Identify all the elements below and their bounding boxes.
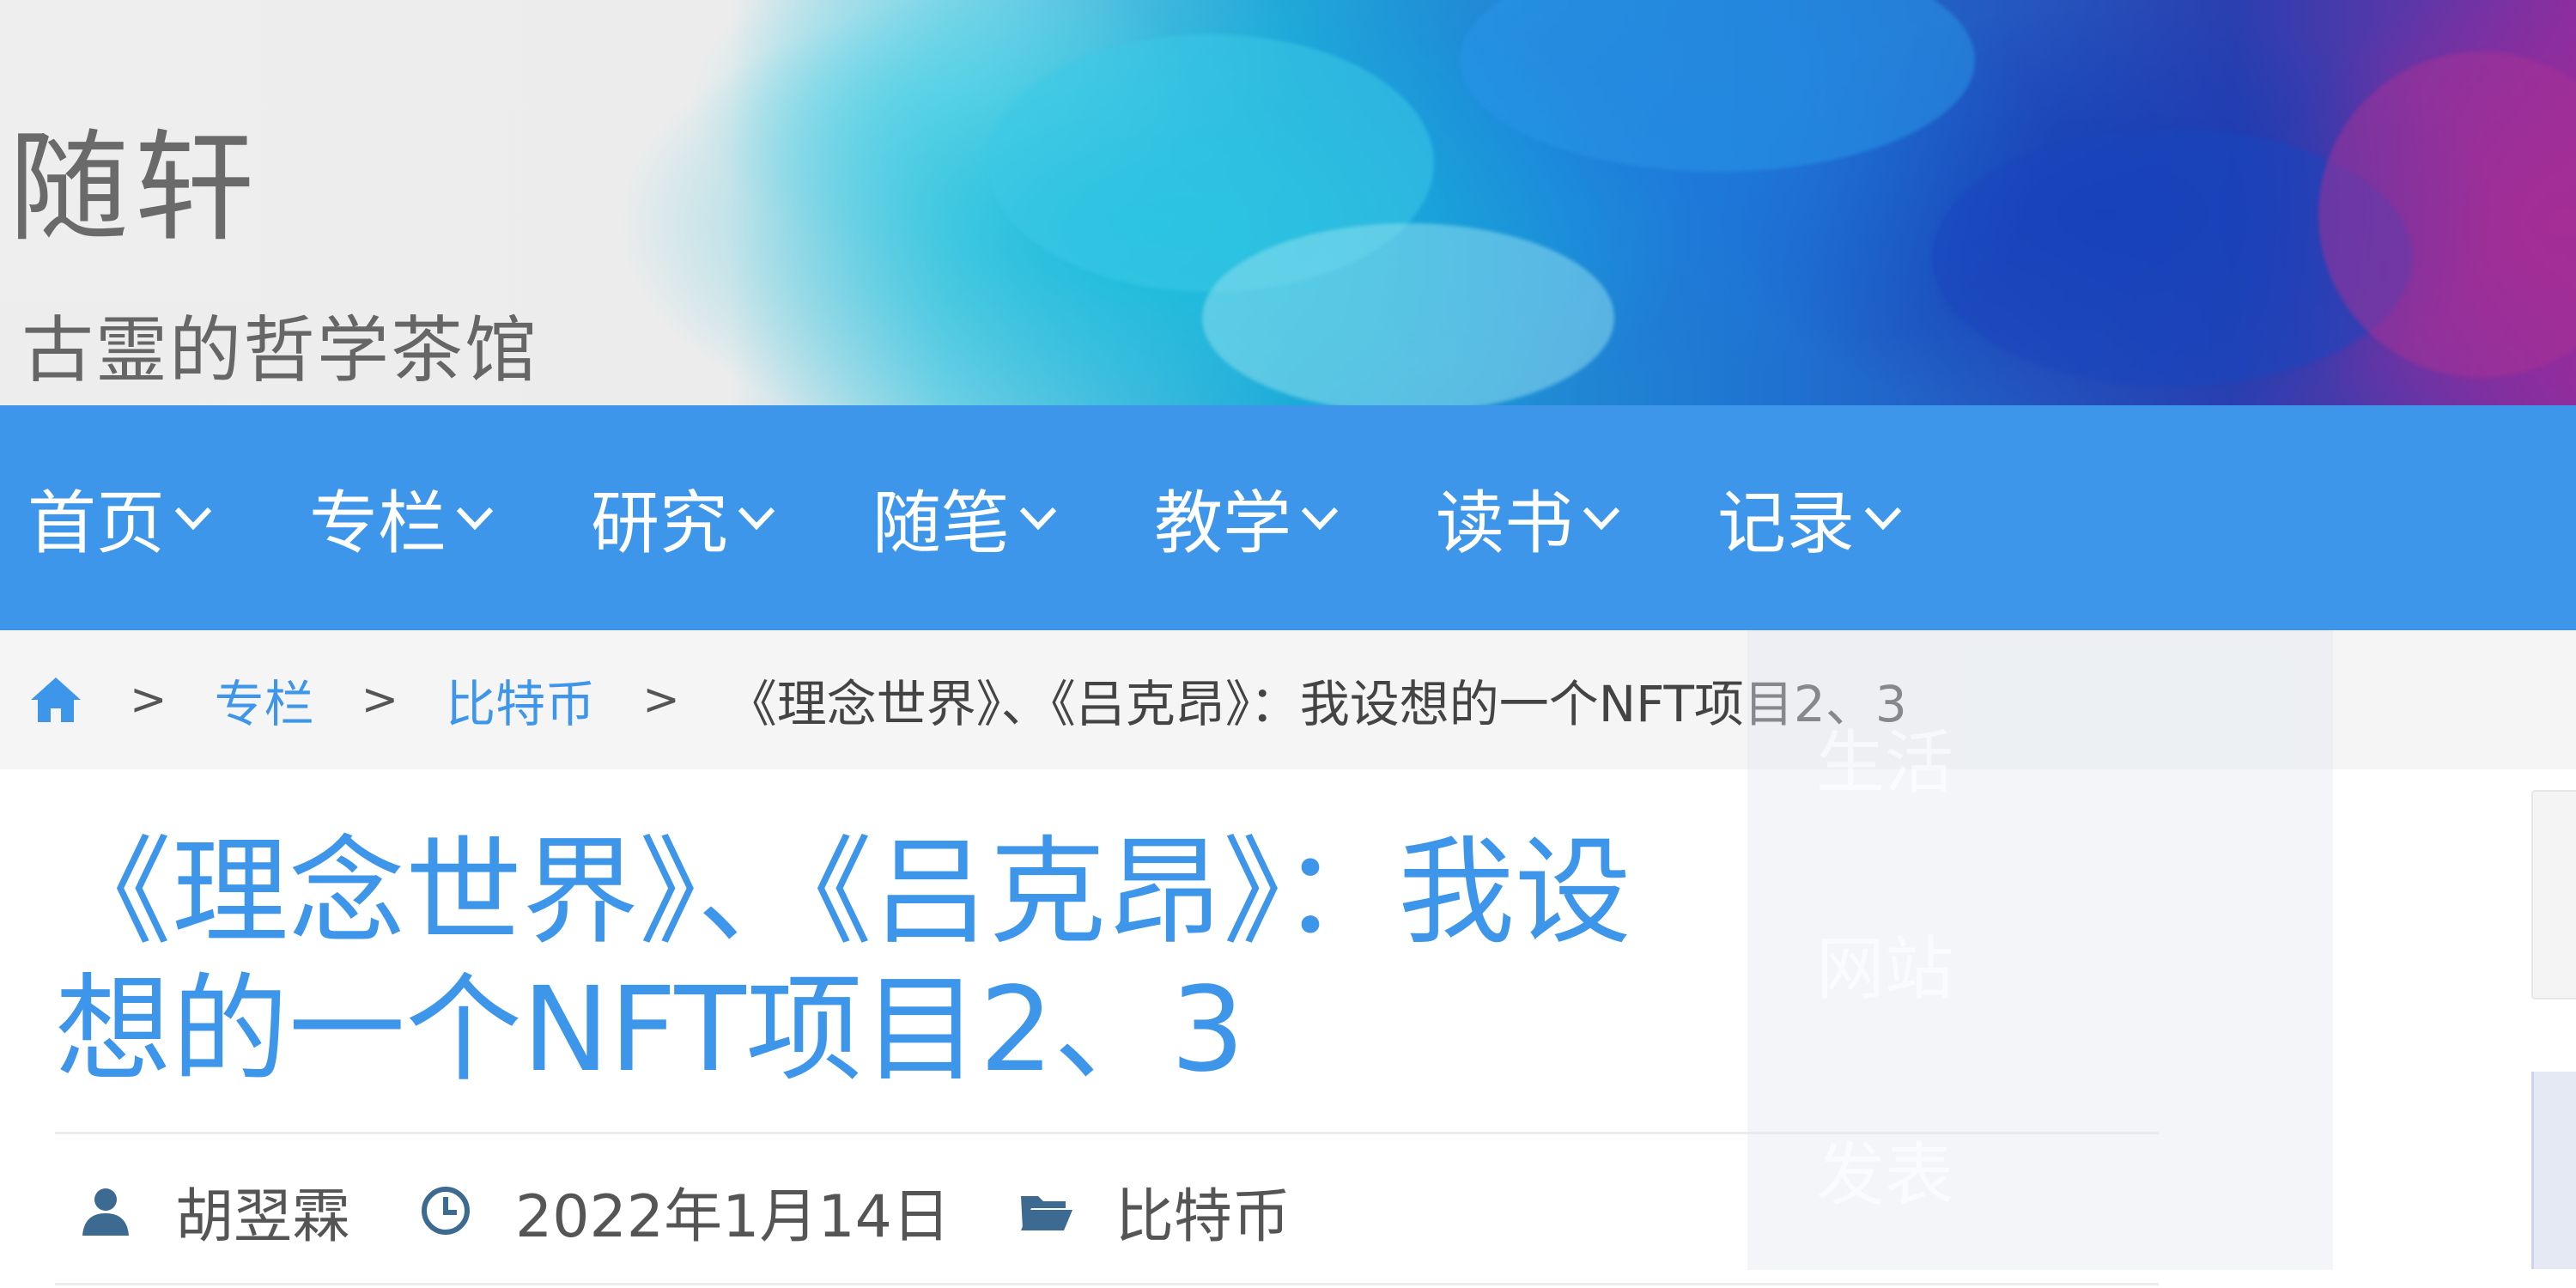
breadcrumb-separator: >	[642, 674, 680, 726]
nav-item-reading[interactable]: 读书	[1436, 468, 1623, 568]
post-meta: 胡翌霖 2022年1月14日 比特币	[79, 1172, 1291, 1251]
chevron-down-icon	[456, 507, 494, 531]
post-title-line: 想的一个NFT项目2、3	[55, 963, 1245, 1098]
site-title[interactable]: 随轩	[9, 129, 259, 249]
chevron-down-icon	[1583, 507, 1620, 531]
dropdown-item[interactable]: 生活	[1816, 708, 1953, 807]
chevron-down-icon	[1864, 507, 1902, 531]
nav-item-label: 专栏	[309, 483, 447, 563]
post-author[interactable]: 胡翌霖	[175, 1169, 350, 1254]
breadcrumb-link-columns[interactable]: 专栏	[215, 664, 314, 736]
chevron-down-icon	[174, 507, 212, 531]
divider	[55, 1283, 2159, 1285]
main-nav: 首页 专栏 研究 随笔 教学 读书 记录	[0, 405, 2576, 630]
nav-item-home[interactable]: 首页	[27, 468, 215, 568]
site-tagline: 古霊的哲学茶馆	[21, 307, 539, 392]
nav-item-label: 研究	[591, 483, 728, 563]
chevron-down-icon	[1019, 507, 1057, 531]
nav-item-label: 记录	[1717, 483, 1855, 563]
sidebar-widget	[2531, 790, 2576, 999]
nav-item-essays[interactable]: 随笔	[872, 468, 1060, 568]
nav-item-columns[interactable]: 专栏	[309, 468, 496, 568]
post-category[interactable]: 比特币	[1115, 1169, 1291, 1254]
nav-item-label: 随笔	[872, 483, 1010, 563]
nav-item-label: 首页	[27, 483, 165, 563]
site-header-banner: 随轩 古霊的哲学茶馆	[0, 0, 2576, 405]
breadcrumb-separator: >	[130, 674, 167, 726]
dropdown-item[interactable]: 网站	[1816, 914, 1953, 1013]
nav-item-label: 读书	[1436, 483, 1573, 563]
home-icon[interactable]	[29, 676, 82, 724]
tagline-box: 古霊的哲学茶馆	[0, 296, 565, 404]
nav-item-records[interactable]: 记录	[1717, 468, 1905, 568]
breadcrumb-link-bitcoin[interactable]: 比特币	[446, 664, 595, 736]
dropdown-item[interactable]: 发表	[1816, 1120, 1953, 1219]
nav-item-label: 教学	[1154, 483, 1291, 563]
folder-open-icon	[1020, 1196, 1072, 1230]
sidebar-widget	[2531, 1072, 2576, 1269]
nav-dropdown-overlay: 生活 网站 发表	[1747, 630, 2333, 1270]
post-title-line: 《理念世界》、《吕克昂》：我设	[55, 825, 1631, 961]
nav-item-research[interactable]: 研究	[591, 468, 778, 568]
user-icon	[82, 1188, 129, 1236]
banner-paint-splash	[1202, 223, 1614, 405]
nav-item-teaching[interactable]: 教学	[1154, 468, 1341, 568]
clock-icon	[422, 1187, 471, 1235]
breadcrumb-separator: >	[361, 674, 399, 726]
banner-paint-splash	[1460, 0, 1975, 172]
chevron-down-icon	[1301, 507, 1339, 531]
breadcrumb-current: 《理念世界》、《吕克昂》：我设想的一个NFT项目2、3	[726, 675, 1907, 733]
post-date[interactable]: 2022年1月14日	[515, 1169, 951, 1254]
chevron-down-icon	[738, 507, 775, 531]
